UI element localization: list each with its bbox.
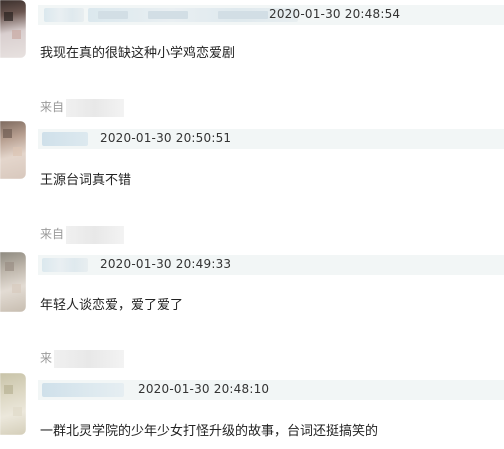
comment-timestamp: 2020-01-30 20:48:54 <box>269 7 401 21</box>
avatar[interactable] <box>0 252 26 312</box>
comment-timestamp: 2020-01-30 20:49:33 <box>100 257 232 271</box>
source-label: 来 <box>40 351 53 365</box>
avatar[interactable] <box>0 373 26 435</box>
comment-source: 来自 <box>40 98 125 117</box>
avatar[interactable] <box>0 121 26 179</box>
comment-item: 2020-01-30 20:48:54 我现在真的很缺这种小学鸡恋爱剧 <box>0 0 504 95</box>
comment-text: 我现在真的很缺这种小学鸡恋爱剧 <box>40 46 236 61</box>
comment-timestamp: 2020-01-30 20:50:51 <box>100 131 232 145</box>
comment-meta-bar: 2020-01-30 20:50:51 <box>38 129 504 149</box>
comment-item: 来自 2020-01-30 20:50:51 王源台词真不错 <box>0 95 504 220</box>
comment-text: 王源台词真不错 <box>40 173 132 188</box>
blurred-username[interactable] <box>44 8 84 22</box>
source-app-blurred[interactable] <box>66 98 125 117</box>
source-app-blurred[interactable] <box>54 349 125 368</box>
comment-meta-bar: 2020-01-30 20:48:54 <box>38 5 504 25</box>
comment-item: 来自 2020-01-30 20:49:33 年轻人谈恋爱，爱了爱了 <box>0 220 504 345</box>
source-label: 来自 <box>40 227 65 241</box>
comment-meta-bar: 2020-01-30 20:49:33 <box>38 255 504 275</box>
comment-item: 来 2020-01-30 20:48:10 一群北灵学院的少年少女打怪升级的故事… <box>0 345 504 449</box>
comment-text: 年轻人谈恋爱，爱了爱了 <box>40 298 184 313</box>
source-label: 来自 <box>40 100 65 114</box>
comment-list: 2020-01-30 20:48:54 我现在真的很缺这种小学鸡恋爱剧 来自 2… <box>0 0 504 449</box>
comment-source: 来自 <box>40 225 125 244</box>
blurred-username[interactable] <box>42 383 124 397</box>
blurred-username[interactable] <box>42 132 88 146</box>
comment-timestamp: 2020-01-30 20:48:10 <box>138 382 270 396</box>
source-app-blurred[interactable] <box>66 225 125 244</box>
avatar[interactable] <box>0 0 26 58</box>
comment-source: 来 <box>40 349 125 368</box>
blurred-username[interactable] <box>42 258 88 272</box>
comment-meta-bar: 2020-01-30 20:48:10 <box>38 380 504 400</box>
blurred-username-extra <box>88 8 298 22</box>
comment-text: 一群北灵学院的少年少女打怪升级的故事，台词还挺搞笑的 <box>40 424 379 439</box>
